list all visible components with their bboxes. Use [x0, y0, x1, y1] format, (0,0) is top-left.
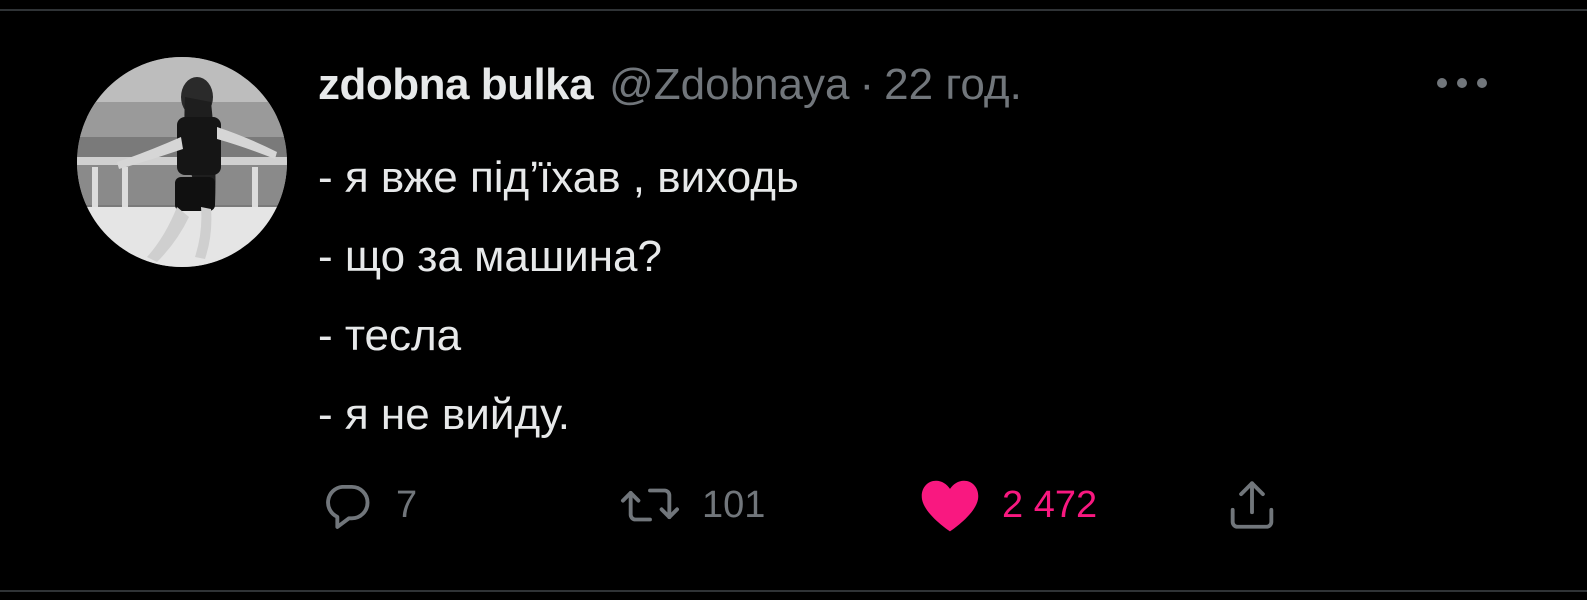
share-icon	[1230, 481, 1274, 529]
reply-button[interactable]: 7	[318, 470, 417, 540]
avatar[interactable]	[77, 57, 287, 267]
author-handle[interactable]: @Zdobnaya	[609, 60, 849, 110]
more-options-button[interactable]	[1434, 68, 1490, 98]
tweet-card: zdobna bulka @Zdobnaya · 22 год. - я вже…	[0, 0, 1587, 600]
like-button[interactable]: 2 472	[918, 470, 1097, 540]
retweet-icon	[621, 488, 679, 522]
bottom-divider	[0, 590, 1587, 592]
tweet-line: - я вже під’їхав , виходь	[318, 153, 799, 202]
tweet-actions: 7 101 2 472	[318, 470, 1318, 540]
like-count: 2 472	[1002, 483, 1098, 526]
tweet-header: zdobna bulka @Zdobnaya · 22 год.	[318, 60, 1022, 116]
more-icon	[1437, 78, 1487, 88]
avatar-photo	[77, 57, 287, 267]
retweet-button[interactable]: 101	[618, 470, 765, 540]
share-button[interactable]	[1223, 470, 1281, 540]
tweet-line: - що за машина?	[318, 232, 662, 281]
heart-icon	[921, 480, 979, 532]
tweet-line: - тесла	[318, 311, 462, 360]
tweet-timestamp[interactable]: 22 год.	[884, 60, 1022, 110]
top-divider	[0, 9, 1587, 11]
retweet-count: 101	[702, 483, 766, 526]
reply-count: 7	[396, 483, 418, 526]
tweet-text: - я вже під’їхав , виходь - що за машина…	[318, 138, 1418, 454]
reply-icon	[326, 484, 370, 529]
tweet-line: - я не вийду.	[318, 390, 570, 439]
header-separator: ·	[859, 60, 875, 109]
author-display-name[interactable]: zdobna bulka	[318, 60, 594, 110]
